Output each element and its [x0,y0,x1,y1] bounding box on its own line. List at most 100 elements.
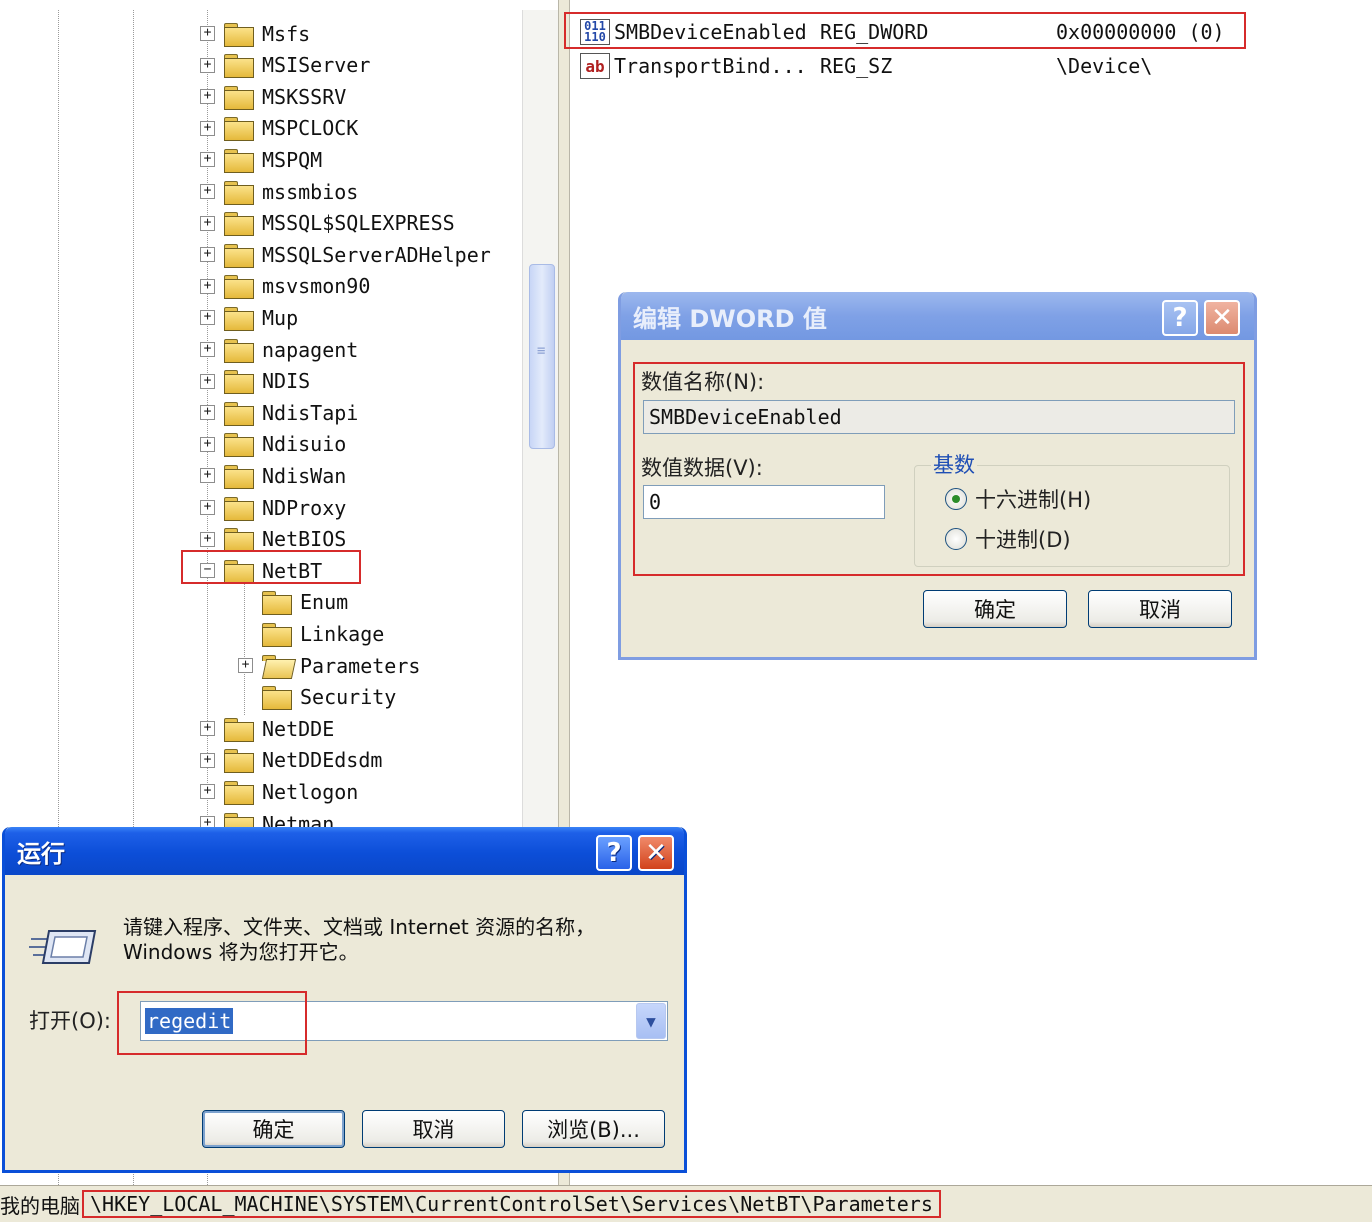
expand-icon[interactable]: + [200,120,215,136]
tree-item-label: napagent [262,337,359,362]
radio-hex-label: 十六进制(H) [975,488,1092,512]
expand-icon[interactable]: + [200,89,215,105]
expand-icon[interactable]: + [200,468,215,484]
tree-item-mspclock[interactable]: + MSPCLOCK [200,113,358,144]
tree-item-label: MSKSSRV [262,84,347,109]
expand-icon[interactable]: + [200,184,215,199]
folder-icon [224,464,254,489]
expand-icon[interactable]: + [200,278,215,294]
base-groupbox: 基数 十六进制(H) 十进制(D) [914,449,1230,567]
folder-icon [224,717,254,742]
expand-icon[interactable]: + [238,658,253,673]
folder-icon [224,780,254,805]
chevron-down-icon[interactable]: ▼ [636,1003,666,1039]
expand-icon[interactable]: + [200,26,215,41]
netbt-highlight-box [181,550,361,584]
tree-item-label: MSPCLOCK [262,116,359,141]
run-dialog-titlebar[interactable]: 运行 ? ✕ [5,827,684,875]
tree-item-msfs[interactable]: + Msfs [200,18,310,49]
dword-dialog-title: 编辑 DWORD 值 [633,304,827,333]
expand-icon[interactable]: + [200,784,215,800]
close-button[interactable]: ✕ [638,835,674,871]
run-program-icon [29,930,97,964]
tree-item-label: NDIS [262,369,311,394]
close-button[interactable]: ✕ [1204,300,1240,336]
tree-item-mssmbios[interactable]: + mssmbios [200,176,358,207]
tree-item-label: Enum [300,590,349,615]
status-path: \HKEY_LOCAL_MACHINE\SYSTEM\CurrentContro… [82,1190,941,1218]
expand-icon[interactable]: + [200,247,215,263]
tree-item-msiserver[interactable]: + MSIServer [200,50,370,81]
run-cancel-button[interactable]: 取消 [362,1110,505,1148]
tree-item-label: msvsmon90 [262,274,371,299]
run-browse-button[interactable]: 浏览(B)... [522,1110,665,1148]
folder-icon [224,212,254,237]
tree-item-linkage[interactable]: Linkage [238,618,384,649]
tree-item-label: Ndisuio [262,432,347,457]
tree-item-security[interactable]: Security [238,682,396,713]
value-row-transportbind[interactable]: ab TransportBind... REG_SZ \Device\ [580,50,1152,82]
radio-hex-row[interactable]: 十六进制(H) [945,484,1091,514]
tree-item-parameters[interactable]: + Parameters [238,650,420,681]
folder-icon [224,148,254,173]
tree-item-msvsmon90[interactable]: + msvsmon90 [200,271,370,302]
folder-icon [224,243,254,268]
expand-icon[interactable]: + [200,531,215,547]
smbdeviceenabled-highlight-box [564,12,1246,49]
folder-icon [262,622,292,647]
tree-item-mskssrv[interactable]: + MSKSSRV [200,81,346,112]
tree-item-label: NDProxy [262,495,347,520]
expand-icon[interactable]: + [200,310,215,326]
tree-scrollbar-thumb[interactable] [529,264,555,449]
tree-item-label: NetBIOS [262,527,347,552]
folder-icon [224,370,254,395]
folder-open-icon [262,654,292,677]
expand-icon[interactable]: + [200,152,215,168]
dword-ok-button[interactable]: 确定 [923,590,1067,628]
tree-item-netdde[interactable]: + NetDDE [200,713,334,744]
dword-cancel-button[interactable]: 取消 [1088,590,1232,628]
tree-item-label: NdisTapi [262,400,359,425]
tree-item-ndistapi[interactable]: + NdisTapi [200,397,358,428]
tree-item-netlogon[interactable]: + Netlogon [200,776,358,807]
tree-item-label: Security [300,685,397,710]
tree-item-netddedsdm[interactable]: + NetDDEdsdm [200,745,382,776]
expand-icon[interactable]: + [200,215,215,231]
expand-icon[interactable]: + [200,373,215,389]
tree-item-ndiswan[interactable]: + NdisWan [200,460,346,491]
tree-item-label: Mup [262,305,299,330]
radio-dec[interactable] [945,528,967,550]
radio-dec-row[interactable]: 十进制(D) [945,524,1071,554]
tree-item-ndisuio[interactable]: + Ndisuio [200,429,346,460]
help-button[interactable]: ? [1162,300,1198,336]
tree-item-ndproxy[interactable]: + NDProxy [200,492,346,523]
tree-item-mssqlserveradhelper[interactable]: + MSSQLServerADHelper [200,239,491,270]
expand-icon[interactable]: + [200,721,215,737]
open-label: 打开(O): [29,1009,111,1033]
tree-item-mspqm[interactable]: + MSPQM [200,144,322,175]
tree-item-label: mssmbios [262,179,359,204]
tree-scrollbar[interactable] [522,10,558,830]
folder-icon [224,22,254,47]
tree-item-label: MSPQM [262,147,323,172]
tree-item-label: Netlogon [262,779,359,804]
folder-icon [224,54,254,79]
value-data-input[interactable]: 0 [643,485,885,519]
expand-icon[interactable]: + [200,57,215,73]
tree-item-mup[interactable]: + Mup [200,302,298,333]
radio-dec-label: 十进制(D) [975,528,1071,552]
folder-icon [224,180,254,205]
radio-hex[interactable] [945,488,967,510]
expand-icon[interactable]: + [200,436,215,452]
expand-icon[interactable]: + [200,500,215,515]
dword-dialog-titlebar[interactable]: 编辑 DWORD 值 ? ✕ [621,292,1254,340]
expand-icon[interactable]: + [200,342,215,357]
tree-item-ndis[interactable]: + NDIS [200,366,310,397]
help-button[interactable]: ? [596,835,632,871]
expand-icon[interactable]: + [200,752,215,768]
tree-item-mssql-sqlexpress[interactable]: + MSSQL$SQLEXPRESS [200,208,455,239]
tree-item-enum[interactable]: Enum [238,587,348,618]
tree-item-napagent[interactable]: + napagent [200,334,358,365]
run-ok-button[interactable]: 确定 [202,1110,345,1148]
expand-icon[interactable]: + [200,405,215,421]
